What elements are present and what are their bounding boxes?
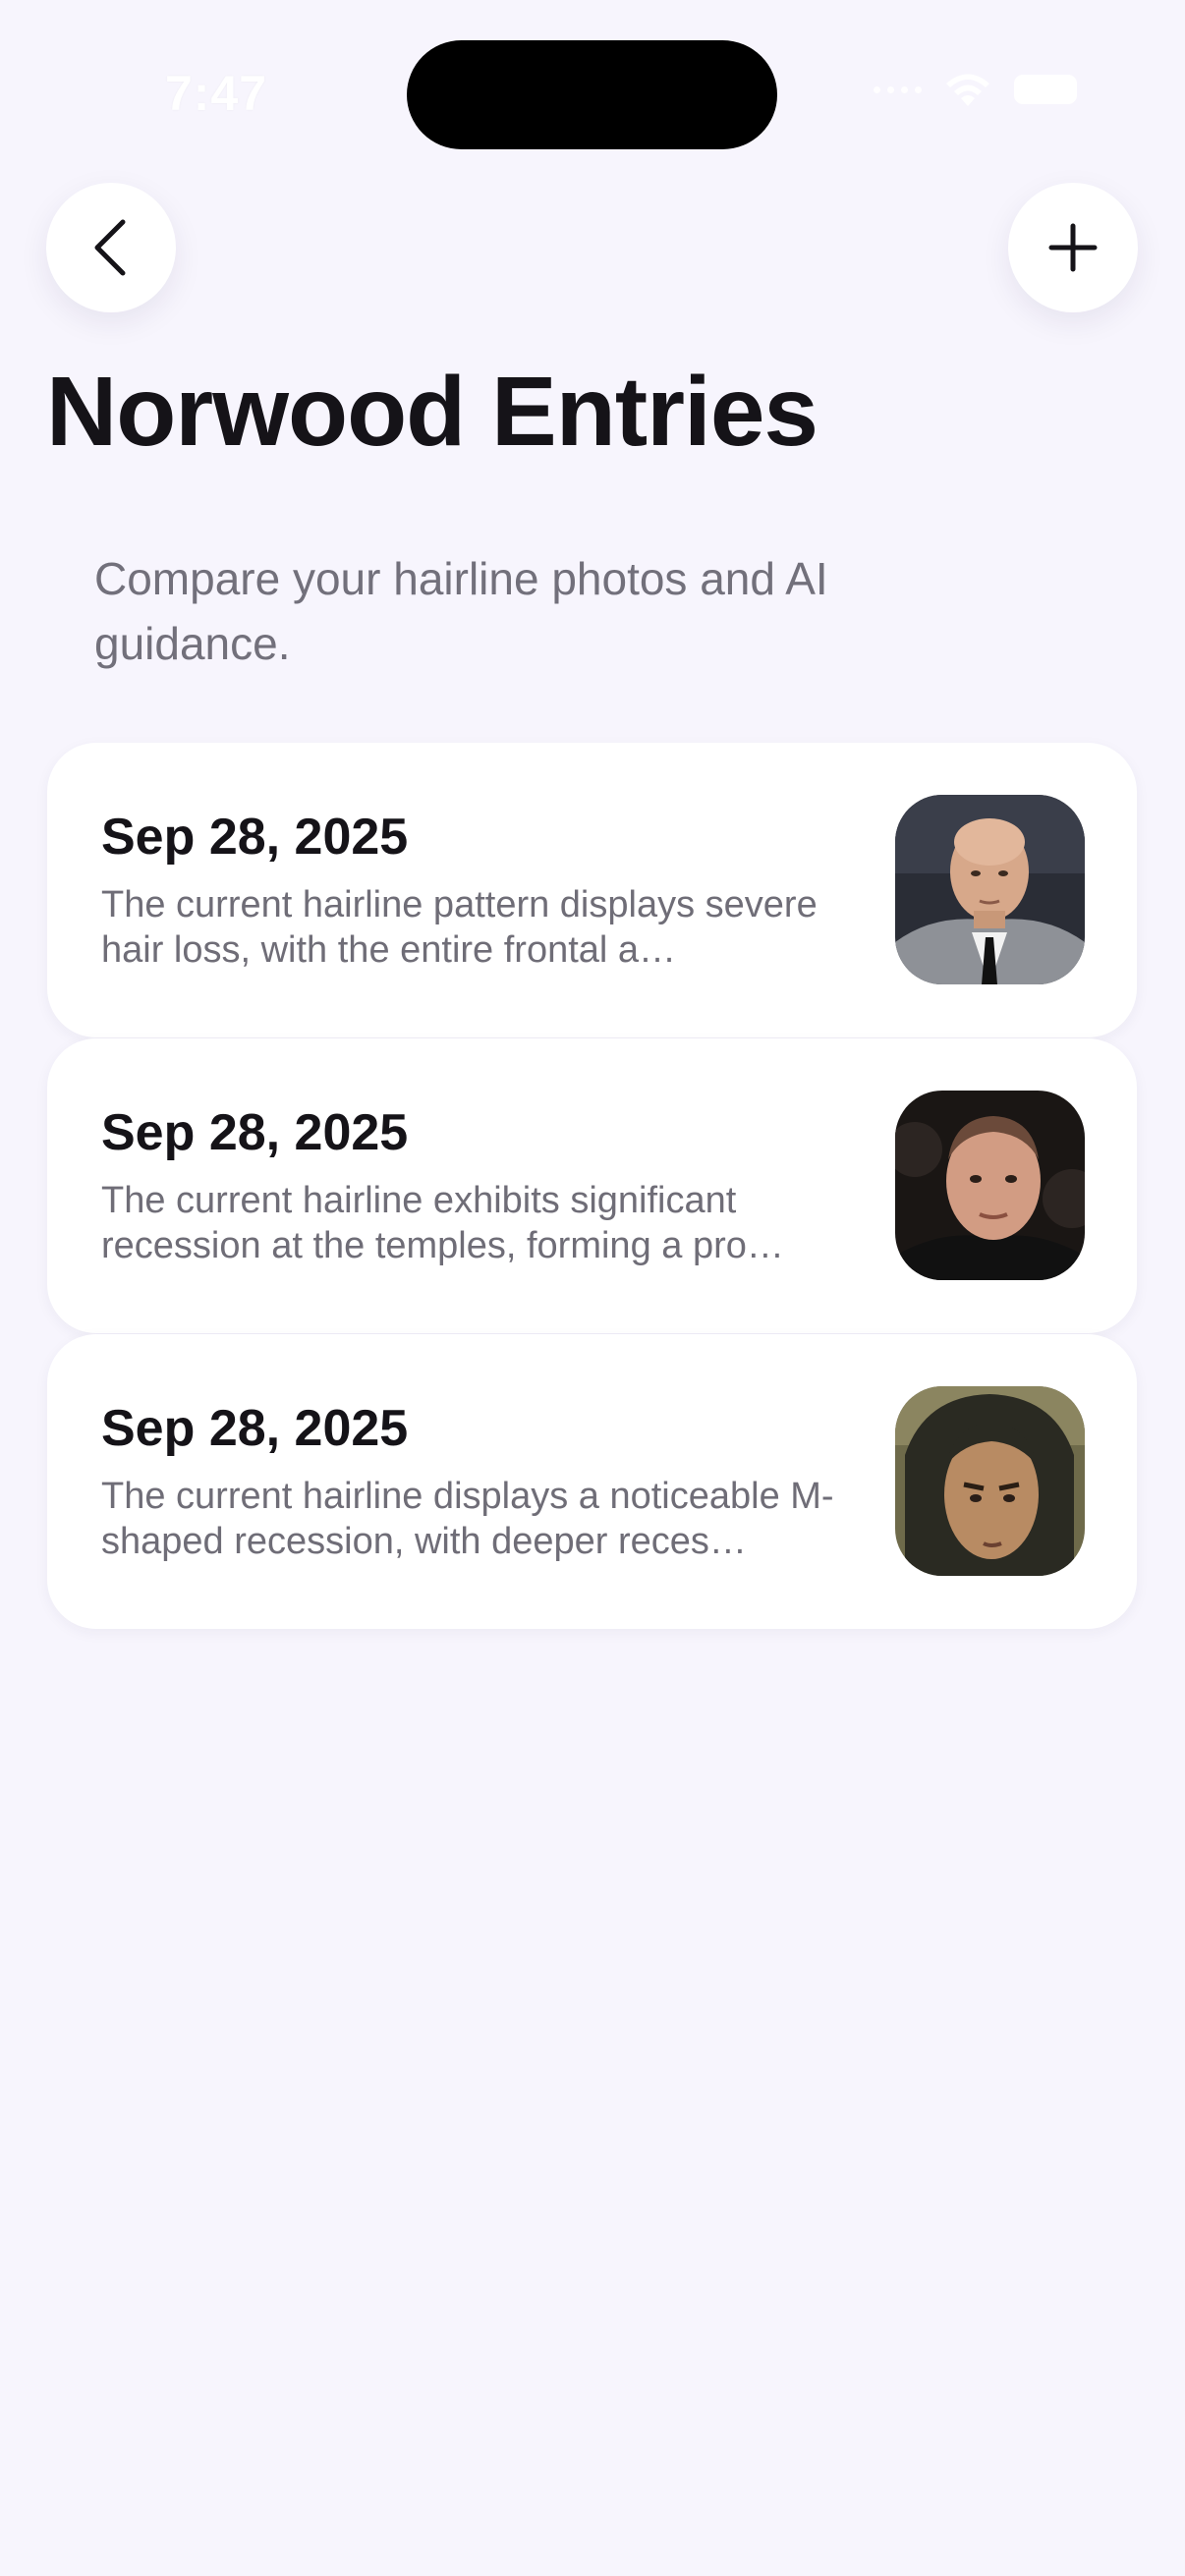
chevron-left-icon: [94, 219, 126, 276]
entry-photo: [895, 795, 1085, 984]
entry-summary: The current hairline exhibits significan…: [101, 1180, 784, 1266]
entry-date: Sep 28, 2025: [101, 809, 409, 866]
entry-date: Sep 28, 2025: [101, 1104, 409, 1161]
entry-photo: [895, 1386, 1085, 1576]
status-icons: [874, 71, 1077, 108]
page-title: Norwood Entries: [46, 357, 818, 467]
entry-card[interactable]: Sep 28, 2025 The current hairline displa…: [47, 1334, 1137, 1629]
entry-summary: The current hairline pattern displays se…: [101, 884, 818, 971]
dynamic-island: [407, 40, 777, 149]
entry-photo: [895, 1091, 1085, 1280]
plus-icon: [1048, 223, 1098, 272]
page-subtitle: Compare your hairline photos and AI guid…: [94, 553, 828, 669]
battery-icon: [1014, 75, 1077, 104]
entries-list: Sep 28, 2025 The current hairline patter…: [47, 743, 1137, 1630]
entry-card[interactable]: Sep 28, 2025 The current hairline patter…: [47, 743, 1137, 1037]
entry-card[interactable]: Sep 28, 2025 The current hairline exhibi…: [47, 1038, 1137, 1333]
entry-date: Sep 28, 2025: [101, 1400, 409, 1457]
wifi-icon: [946, 74, 989, 106]
back-button[interactable]: [46, 183, 176, 312]
status-bar: 7:47: [0, 0, 1185, 187]
cellular-signal-icon: [874, 85, 922, 93]
add-entry-button[interactable]: [1008, 183, 1138, 312]
entry-summary: The current hairline displays a noticeab…: [101, 1476, 834, 1562]
status-time: 7:47: [165, 66, 268, 121]
